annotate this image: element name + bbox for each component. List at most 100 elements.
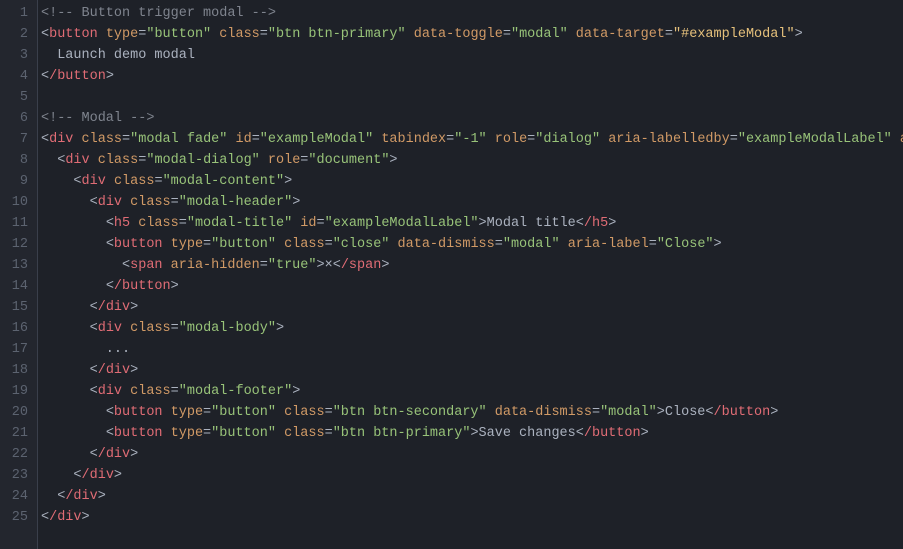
code-line[interactable]: </button> <box>38 276 903 297</box>
line-number: 15 <box>6 297 28 318</box>
code-token: "dialog" <box>535 132 600 147</box>
code-line[interactable]: <button type="button" class="btn btn-sec… <box>38 402 903 423</box>
code-token <box>892 132 900 147</box>
code-line[interactable]: <span aria-hidden="true">×</span> <box>38 255 903 276</box>
code-token: < <box>106 279 114 294</box>
code-line[interactable]: <div class="modal-footer"> <box>38 381 903 402</box>
code-token: = <box>203 405 211 420</box>
code-token: = <box>325 405 333 420</box>
code-line[interactable]: <!-- Button trigger modal --> <box>38 3 903 24</box>
code-token: "modal-content" <box>163 174 285 189</box>
code-line[interactable]: </div> <box>38 486 903 507</box>
code-token: "modal-dialog" <box>146 153 259 168</box>
code-line[interactable]: <button type="button" class="btn btn-pri… <box>38 423 903 444</box>
code-token: < <box>576 216 584 231</box>
code-token: "modal-header" <box>179 195 292 210</box>
code-token: < <box>90 300 98 315</box>
code-token: role <box>495 132 527 147</box>
code-token: "close" <box>333 237 390 252</box>
line-number: 20 <box>6 402 28 423</box>
line-number: 13 <box>6 255 28 276</box>
code-line[interactable]: Launch demo modal <box>38 45 903 66</box>
code-line[interactable]: <div class="modal-header"> <box>38 192 903 213</box>
code-token: span <box>130 258 162 273</box>
code-token: div <box>49 132 73 147</box>
code-token: role <box>268 153 300 168</box>
code-token: < <box>576 426 584 441</box>
code-line[interactable]: <div class="modal-content"> <box>38 171 903 192</box>
code-token <box>163 426 171 441</box>
code-token: div <box>65 153 89 168</box>
code-token: = <box>171 384 179 399</box>
code-line[interactable]: </div> <box>38 297 903 318</box>
code-token: "modal-footer" <box>179 384 292 399</box>
code-token: "exampleModalLabel" <box>738 132 892 147</box>
code-token <box>41 405 106 420</box>
code-token: class <box>130 195 171 210</box>
code-token: /div <box>98 363 130 378</box>
code-line[interactable]: </div> <box>38 507 903 528</box>
line-number: 14 <box>6 276 28 297</box>
code-token: < <box>90 363 98 378</box>
code-token: × <box>325 258 333 273</box>
code-line[interactable]: </div> <box>38 465 903 486</box>
code-line[interactable]: </button> <box>38 66 903 87</box>
code-token: "button" <box>211 405 276 420</box>
code-token: "modal-body" <box>179 321 276 336</box>
code-token: "button" <box>211 426 276 441</box>
code-token: type <box>171 405 203 420</box>
code-token: data-target <box>576 27 665 42</box>
code-token: > <box>641 426 649 441</box>
code-token: tabindex <box>381 132 446 147</box>
code-token: < <box>90 384 98 399</box>
code-token: class <box>98 153 139 168</box>
code-line[interactable]: <button type="button" class="btn btn-pri… <box>38 24 903 45</box>
code-line[interactable]: <div class="modal-dialog" role="document… <box>38 150 903 171</box>
code-token: "exampleModal" <box>260 132 373 147</box>
code-token: < <box>106 405 114 420</box>
code-token: Modal title <box>487 216 576 231</box>
code-token: > <box>130 300 138 315</box>
code-token: aria-labelledby <box>608 132 730 147</box>
code-token: /div <box>98 447 130 462</box>
code-token <box>73 132 81 147</box>
code-token <box>41 174 73 189</box>
code-token <box>90 153 98 168</box>
code-line[interactable]: ... <box>38 339 903 360</box>
code-token <box>41 447 90 462</box>
code-line[interactable]: <h5 class="modal-title" id="exampleModal… <box>38 213 903 234</box>
code-line[interactable]: <div class="modal fade" id="exampleModal… <box>38 129 903 150</box>
code-token: < <box>73 174 81 189</box>
code-token: "exampleModalLabel" <box>325 216 479 231</box>
code-token: "Close" <box>657 237 714 252</box>
code-token: button <box>114 426 163 441</box>
code-token <box>41 321 90 336</box>
code-token: = <box>203 426 211 441</box>
code-token: = <box>317 216 325 231</box>
code-token <box>41 300 90 315</box>
code-line[interactable]: <div class="modal-body"> <box>38 318 903 339</box>
code-editor[interactable]: 1234567891011121314151617181920212223242… <box>0 0 903 549</box>
line-number: 6 <box>6 108 28 129</box>
code-token: < <box>90 447 98 462</box>
code-line[interactable]: </div> <box>38 360 903 381</box>
code-token: /button <box>714 405 771 420</box>
code-line[interactable] <box>38 87 903 108</box>
code-token: > <box>316 258 324 273</box>
code-area[interactable]: <!-- Button trigger modal --><button typ… <box>37 0 903 549</box>
line-number: 19 <box>6 381 28 402</box>
code-token: > <box>795 27 803 42</box>
code-token: > <box>714 237 722 252</box>
code-token: < <box>705 405 713 420</box>
code-line[interactable]: <!-- Modal --> <box>38 108 903 129</box>
code-token: < <box>106 237 114 252</box>
code-line[interactable]: <button type="button" class="close" data… <box>38 234 903 255</box>
code-token: div <box>82 174 106 189</box>
code-line[interactable]: </div> <box>38 444 903 465</box>
code-token: id <box>235 132 251 147</box>
code-token <box>163 405 171 420</box>
code-token <box>41 195 90 210</box>
code-token <box>568 27 576 42</box>
line-number: 25 <box>6 507 28 528</box>
code-token: "modal" <box>511 27 568 42</box>
